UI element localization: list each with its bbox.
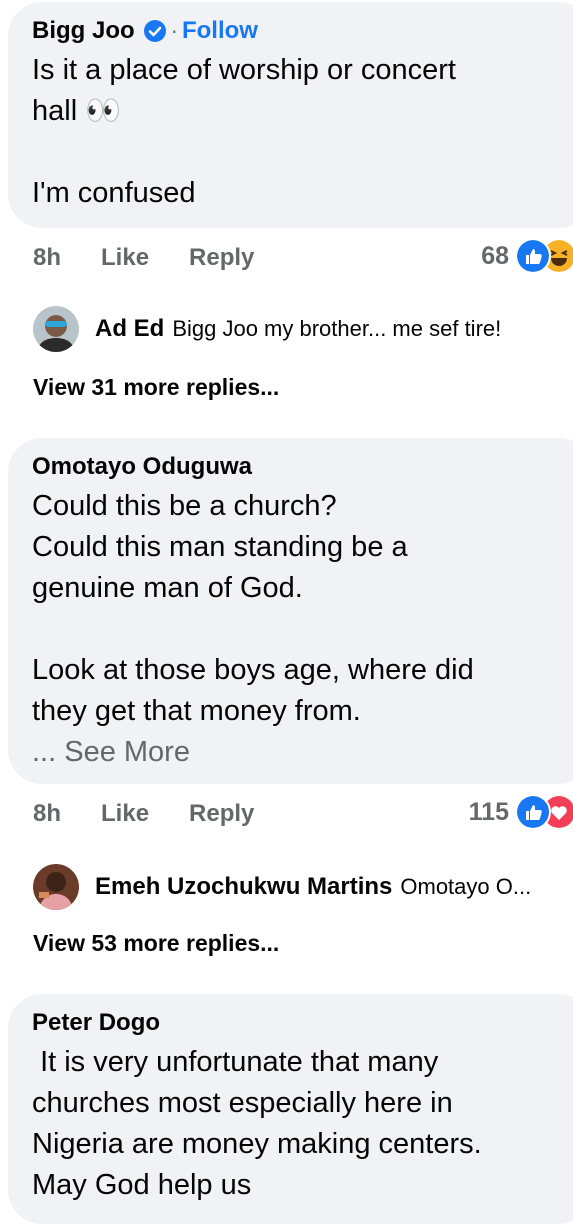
avatar[interactable]	[33, 864, 79, 910]
view-more-replies-link[interactable]: View 31 more replies...	[33, 374, 279, 401]
comment-actions: 8h Like Reply 115	[33, 794, 573, 830]
reply-author[interactable]: Ad Ed	[95, 315, 164, 343]
reactions-summary[interactable]: 68	[481, 238, 573, 274]
reaction-count: 68	[481, 241, 509, 270]
comment-time[interactable]: 8h	[33, 800, 61, 828]
comment-bubble-peter-dogo: Peter Dogo It is very unfortunate that m…	[8, 994, 573, 1224]
reply-preview[interactable]: Ad Ed Bigg Joo my brother... me sef tire…	[33, 306, 573, 352]
separator-dot: ·	[170, 18, 178, 43]
comment-text: Is it a place of worship or concert hall…	[32, 54, 456, 209]
like-button[interactable]: Like	[101, 244, 149, 272]
comment-text: It is very unfortunate that many churche…	[32, 1046, 482, 1201]
like-button[interactable]: Like	[101, 800, 149, 828]
comment-bubble-bigg-joo: Bigg Joo · Follow Is it a place of worsh…	[8, 2, 573, 228]
reaction-count: 115	[468, 797, 509, 826]
see-more-link[interactable]: ... See More	[32, 732, 573, 773]
reply-text: Omotayo O...	[400, 874, 532, 899]
reply-button[interactable]: Reply	[189, 800, 254, 828]
comment-bubble-omotayo: Omotayo Oduguwa Could this be a church? …	[8, 438, 573, 784]
comment-author[interactable]: Omotayo Oduguwa	[32, 452, 252, 482]
follow-button[interactable]: Follow	[182, 16, 258, 46]
comment-text: Could this be a church? Could this man s…	[32, 490, 474, 727]
reply-text: Bigg Joo my brother... me sef tire!	[172, 316, 502, 341]
avatar[interactable]	[33, 306, 79, 352]
like-reaction-icon	[515, 238, 551, 274]
like-reaction-icon	[515, 794, 551, 830]
reactions-summary[interactable]: 115	[469, 794, 573, 830]
reply-button[interactable]: Reply	[189, 244, 254, 272]
comment-time[interactable]: 8h	[33, 244, 61, 272]
comment-author[interactable]: Peter Dogo	[32, 1008, 160, 1038]
reply-author[interactable]: Emeh Uzochukwu Martins	[95, 873, 392, 901]
view-more-replies-link[interactable]: View 53 more replies...	[33, 930, 279, 957]
verified-badge-icon	[143, 20, 166, 42]
reply-preview[interactable]: Emeh Uzochukwu Martins Omotayo O...	[33, 864, 573, 910]
comment-author[interactable]: Bigg Joo	[32, 16, 135, 46]
comment-actions: 8h Like Reply 68	[33, 238, 573, 274]
